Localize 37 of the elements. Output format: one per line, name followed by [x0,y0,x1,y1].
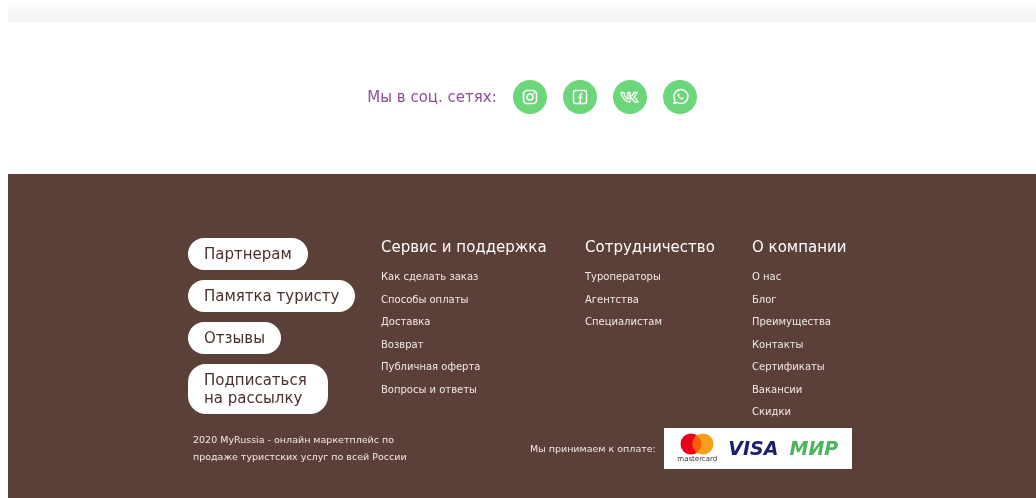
social-link[interactable] [562,80,597,114]
social-label: Мы в соц. сетях: [367,88,497,106]
column-title: О компании [752,238,847,256]
footer-button[interactable]: Отзывы [188,322,282,354]
payment-label: Мы принимаем к оплате: [530,442,656,454]
footer-button[interactable]: Памятка туристу [188,280,356,312]
footer-link[interactable]: Вакансии [752,378,803,401]
footer-link[interactable]: Агентства [585,288,639,311]
footer-button[interactable]: Партнерам [188,238,308,270]
footer-link[interactable]: О нас [752,266,782,289]
vk-icon [619,90,640,104]
footer-link[interactable]: Вопросы и ответы [381,378,477,401]
footer-link[interactable]: Контакты [752,333,804,356]
footer-button[interactable]: Подписаться на рассылку [188,364,328,414]
social-link[interactable] [612,80,647,114]
footer-link[interactable]: Специалистам [585,311,662,334]
mir-logo: МИР [789,437,839,459]
facebook-icon [571,89,588,105]
footer-link[interactable]: Блог [752,288,777,311]
visa-logo: VISA [728,437,779,459]
footer-link[interactable]: Возврат [381,333,424,356]
whatsapp-icon [670,88,689,106]
copyright-text: 2020 MyRussia - онлайн маркетплейс по продаже туристских услуг по всей России [193,433,408,464]
instagram-icon [521,89,538,105]
footer-link[interactable]: Как сделать заказ [381,266,479,289]
footer-link[interactable]: Скидки [752,401,791,424]
column-title: Сотрудничество [585,238,715,256]
footer-link[interactable]: Способы оплаты [381,288,469,311]
footer-link[interactable]: Публичная оферта [381,356,481,379]
footer-link[interactable]: Туроператоры [585,266,661,289]
footer-link[interactable]: Сертификаты [752,356,825,379]
footer-link[interactable]: Доставка [381,311,431,334]
column-title: Сервис и поддержка [381,238,547,256]
mastercard-circles-icon [679,433,716,455]
footer-link[interactable]: Преимущества [752,311,831,334]
social-link[interactable] [512,80,547,114]
social-link[interactable] [662,80,697,114]
